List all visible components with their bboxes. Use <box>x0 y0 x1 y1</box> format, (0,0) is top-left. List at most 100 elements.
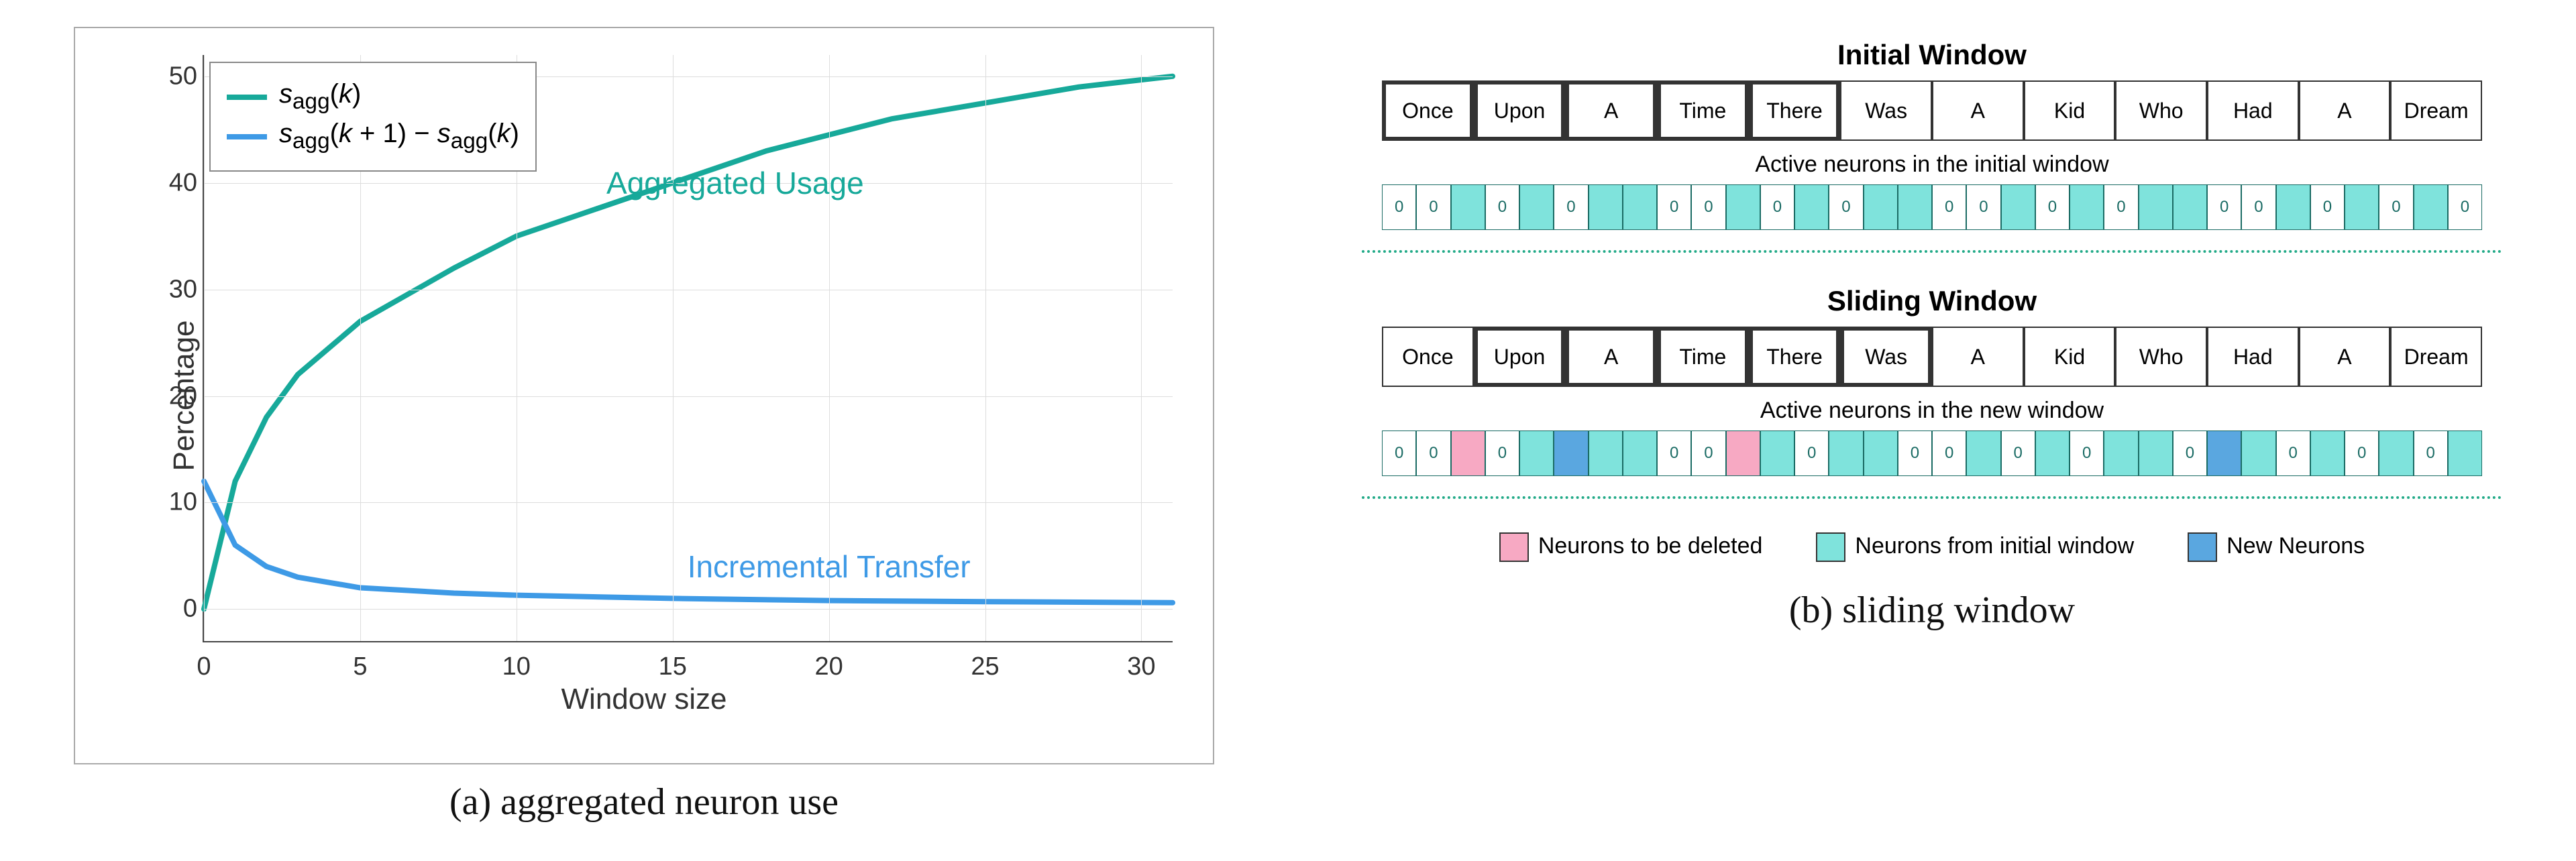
token-cell: A <box>1932 327 2024 387</box>
token-cell: Time <box>1657 80 1749 141</box>
legend-entry-1: sagg(k + 1) − sagg(k) <box>227 119 519 154</box>
neuron-cell <box>1794 184 1829 230</box>
legend-new: New Neurons <box>2188 532 2365 562</box>
legend-swatch-1 <box>227 134 267 139</box>
neuron-cell: 0 <box>2345 431 2379 476</box>
neuron-cell: 0 <box>2070 431 2104 476</box>
neuron-legend: Neurons to be deleted Neurons from initi… <box>1499 532 2365 562</box>
separator-2 <box>1362 496 2502 499</box>
neuron-cell: 0 <box>2035 184 2070 230</box>
neuron-cell <box>1589 431 1623 476</box>
x-axis-label: Window size <box>561 683 727 716</box>
swatch-initial <box>1816 532 1845 562</box>
neuron-cell <box>1726 431 1760 476</box>
neuron-cell <box>2345 184 2379 230</box>
neuron-cell <box>1829 431 1863 476</box>
token-cell: Once <box>1382 327 1474 387</box>
token-cell: Had <box>2207 80 2299 141</box>
neuron-cell <box>2310 431 2345 476</box>
neuron-cell <box>2276 184 2310 230</box>
neuron-cell: 0 <box>2310 184 2345 230</box>
neuron-cell <box>1864 184 1898 230</box>
token-cell: A <box>2299 80 2391 141</box>
legend-swatch-0 <box>227 95 267 100</box>
token-cell: A <box>1565 80 1657 141</box>
token-cell: Upon <box>1474 327 1566 387</box>
y-tick: 40 <box>157 168 197 197</box>
token-cell: Who <box>2115 327 2207 387</box>
token-cell: A <box>1932 80 2024 141</box>
neuron-cell <box>1623 431 1657 476</box>
neuron-cell <box>1726 184 1760 230</box>
x-tick: 10 <box>502 652 531 681</box>
neuron-cell <box>2241 431 2275 476</box>
separator-1 <box>1362 250 2502 253</box>
neurons-row-initial: 00000000000000000 <box>1382 184 2482 230</box>
neuron-cell: 0 <box>1657 184 1691 230</box>
tokens-row-initial: OnceUponATimeThereWasAKidWhoHadADream <box>1382 80 2482 141</box>
token-cell: Dream <box>2390 327 2482 387</box>
diagram-container: Initial Window OnceUponATimeThereWasAKid… <box>1362 27 2502 562</box>
neuron-cell: 0 <box>1691 431 1725 476</box>
neuron-cell: 0 <box>1794 431 1829 476</box>
subtitle-sliding-neurons: Active neurons in the new window <box>1760 398 2104 424</box>
title-sliding-window: Sliding Window <box>1827 285 2037 317</box>
title-initial-window: Initial Window <box>1837 39 2027 71</box>
legend-label-0: sagg(k) <box>279 79 361 115</box>
caption-right: (b) sliding window <box>1789 589 2075 632</box>
neuron-cell: 0 <box>2001 431 2035 476</box>
neuron-cell <box>2001 184 2035 230</box>
neuron-cell: 0 <box>2104 184 2138 230</box>
legend-new-label: New Neurons <box>2226 533 2365 559</box>
token-cell: Kid <box>2024 80 2116 141</box>
caption-left: (a) aggregated neuron use <box>449 781 839 823</box>
tokens-row-sliding: OnceUponATimeThereWasAKidWhoHadADream <box>1382 327 2482 387</box>
neuron-cell: 0 <box>1554 184 1588 230</box>
y-tick: 50 <box>157 62 197 91</box>
y-tick: 10 <box>157 488 197 517</box>
token-cell: Dream <box>2390 80 2482 141</box>
neuron-cell <box>2035 431 2070 476</box>
legend: sagg(k) sagg(k + 1) − sagg(k) <box>209 62 537 172</box>
neuron-cell <box>2379 431 2413 476</box>
neuron-cell: 0 <box>1485 184 1519 230</box>
swatch-new <box>2188 532 2217 562</box>
neuron-cell: 0 <box>1382 184 1416 230</box>
neuron-cell: 0 <box>1485 431 1519 476</box>
legend-entry-0: sagg(k) <box>227 79 519 115</box>
x-tick: 20 <box>814 652 843 681</box>
neuron-cell: 0 <box>1657 431 1691 476</box>
neuron-cell <box>1760 431 1794 476</box>
token-cell: Once <box>1382 80 1474 141</box>
subtitle-initial-neurons: Active neurons in the initial window <box>1755 152 2108 178</box>
right-panel: Initial Window OnceUponATimeThereWasAKid… <box>1288 0 2576 861</box>
legend-label-1: sagg(k + 1) − sagg(k) <box>279 119 519 154</box>
chart-annotation: Incremental Transfer <box>688 549 971 585</box>
neurons-row-sliding: 00000000000000 <box>1382 431 2482 476</box>
neuron-cell <box>2448 431 2482 476</box>
token-cell: A <box>1565 327 1657 387</box>
neuron-cell: 0 <box>1416 431 1450 476</box>
neuron-cell: 0 <box>1829 184 1863 230</box>
neuron-cell: 0 <box>2448 184 2482 230</box>
neuron-cell <box>2139 431 2173 476</box>
neuron-cell <box>2104 431 2138 476</box>
token-cell: Time <box>1657 327 1749 387</box>
token-cell: A <box>2299 327 2391 387</box>
x-tick: 15 <box>659 652 687 681</box>
neuron-cell: 0 <box>1382 431 1416 476</box>
token-cell: Who <box>2115 80 2207 141</box>
swatch-deleted <box>1499 532 1529 562</box>
neuron-cell: 0 <box>1932 431 1966 476</box>
neuron-cell <box>1451 431 1485 476</box>
legend-deleted-label: Neurons to be deleted <box>1538 533 1763 559</box>
neuron-cell <box>1966 431 2000 476</box>
neuron-cell <box>2139 184 2173 230</box>
y-tick: 0 <box>157 595 197 624</box>
token-cell: Upon <box>1474 80 1566 141</box>
neuron-cell <box>1519 184 1554 230</box>
token-cell: There <box>1749 327 1841 387</box>
neuron-cell <box>1623 184 1657 230</box>
neuron-cell: 0 <box>1760 184 1794 230</box>
token-cell: Kid <box>2024 327 2116 387</box>
